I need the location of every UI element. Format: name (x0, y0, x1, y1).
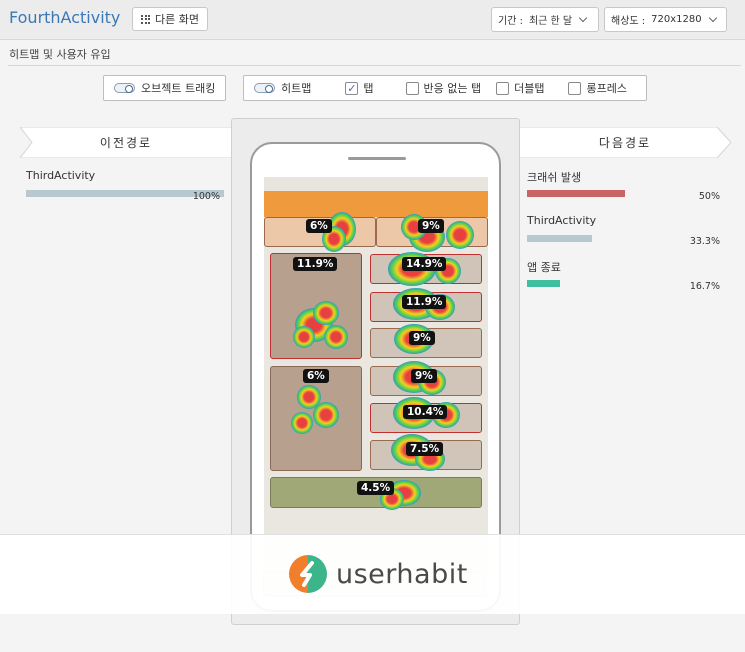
heat-label-right-3: 9% (409, 331, 435, 345)
heatmap-toggle-icon[interactable] (254, 83, 275, 93)
no-response-tap-label: 반응 없는 탭 (423, 82, 482, 95)
heat-label-top-left: 6% (306, 219, 332, 233)
next-path-item-bar (527, 280, 560, 287)
long-press-checkbox[interactable]: 롱프레스 (568, 80, 627, 96)
phone-speaker (348, 157, 406, 160)
heat-spot (313, 402, 339, 428)
next-path-item-percent: 33.3% (689, 236, 720, 247)
next-path-item-bar (527, 190, 625, 197)
period-label: 기간 : (498, 16, 523, 27)
heat-label-big-left-bottom: 6% (303, 369, 329, 383)
heat-label-right-1: 14.9% (402, 257, 447, 271)
app-header-bar (264, 191, 488, 217)
checkbox-icon (496, 81, 510, 95)
divider (8, 65, 741, 66)
next-path-item-percent: 50% (698, 191, 720, 202)
double-tap-label: 더블탭 (514, 82, 545, 95)
section-title: 히트맵 및 사용자 유입 (9, 48, 111, 61)
heat-spot (291, 412, 313, 434)
previous-path-header: 이전경로 (20, 127, 232, 158)
long-press-label: 롱프레스 (586, 82, 627, 95)
heat-spot (293, 326, 315, 348)
period-select[interactable]: 기간 : 최근 한 달 (491, 7, 599, 32)
heat-spot (324, 325, 348, 349)
next-path-item-percent: 16.7% (689, 281, 720, 292)
chevron-down-icon (708, 13, 717, 23)
next-path-item-label[interactable]: ThirdActivity (527, 214, 596, 227)
heat-spot (446, 221, 474, 249)
period-value: 최근 한 달 (528, 16, 573, 27)
heatmap-label: 히트맵 (281, 82, 312, 95)
heat-label-right-4: 9% (411, 369, 437, 383)
object-tracking-toggle[interactable]: 오브젝트 트래킹 (103, 75, 226, 101)
heatmap-options: 히트맵 ✓ 탭 반응 없는 탭 더블탭 롱프레스 (243, 75, 647, 101)
previous-path-title: 이전경로 (99, 136, 153, 150)
heat-label-big-left-top: 11.9% (293, 257, 338, 271)
userhabit-logo-icon (289, 555, 327, 593)
next-path-header: 다음경로 (519, 127, 731, 158)
resolution-label: 해상도 : (611, 16, 646, 27)
heat-spot (313, 301, 339, 325)
toggle-icon (114, 83, 135, 93)
page-title: FourthActivity (9, 8, 121, 27)
previous-path-item-label[interactable]: ThirdActivity (26, 169, 95, 182)
header-bar: FourthActivity 다른 화면 기간 : 최근 한 달 해상도 : 7… (0, 0, 745, 40)
grid-icon (141, 14, 150, 24)
chevron-down-icon (578, 13, 588, 23)
heat-label-right-6: 7.5% (406, 442, 444, 456)
heat-label-top-right: 9% (418, 219, 444, 233)
checkbox-icon (405, 81, 419, 95)
brand-name: userhabit (336, 558, 468, 590)
next-path-item-label[interactable]: 크래쉬 발생 (527, 169, 581, 185)
brand-logo: userhabit (288, 554, 468, 594)
next-path-item-label[interactable]: 앱 종료 (527, 259, 561, 275)
double-tap-checkbox[interactable]: 더블탭 (496, 80, 544, 96)
other-screen-button[interactable]: 다른 화면 (132, 7, 208, 31)
checkbox-icon (568, 81, 582, 95)
resolution-value: 720x1280 (651, 14, 702, 25)
next-path-title: 다음경로 (598, 136, 652, 150)
checkmark-icon: ✓ (345, 81, 359, 95)
object-tracking-label: 오브젝트 트래킹 (141, 82, 216, 95)
no-response-tap-checkbox[interactable]: 반응 없는 탭 (405, 80, 482, 96)
other-screen-label: 다른 화면 (155, 13, 199, 26)
brand-overlay: userhabit (0, 534, 745, 614)
heat-label-right-5: 10.4% (403, 405, 448, 419)
heat-label-bottom-bar: 4.5% (357, 481, 395, 495)
tap-checkbox[interactable]: ✓ 탭 (345, 80, 374, 96)
resolution-select[interactable]: 해상도 : 720x1280 (604, 7, 727, 32)
heat-label-right-2: 11.9% (402, 295, 447, 309)
status-bar (264, 177, 488, 191)
previous-path-item-percent: 100% (192, 191, 220, 202)
next-path-item-bar (527, 235, 593, 242)
tap-label: 탭 (363, 82, 374, 95)
